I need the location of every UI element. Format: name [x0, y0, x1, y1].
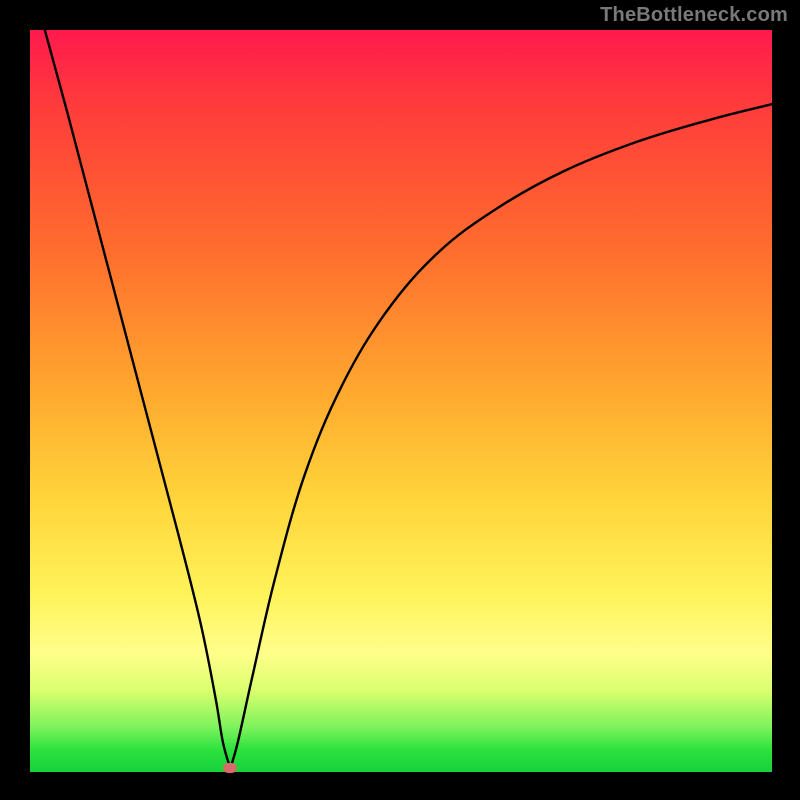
plot-area	[30, 30, 772, 772]
chart-frame: TheBottleneck.com	[0, 0, 800, 800]
bottleneck-curve	[30, 30, 772, 772]
curve-left-branch	[45, 30, 231, 768]
attribution-text: TheBottleneck.com	[600, 4, 788, 27]
curve-right-branch	[230, 104, 772, 768]
minimum-marker	[223, 763, 237, 773]
